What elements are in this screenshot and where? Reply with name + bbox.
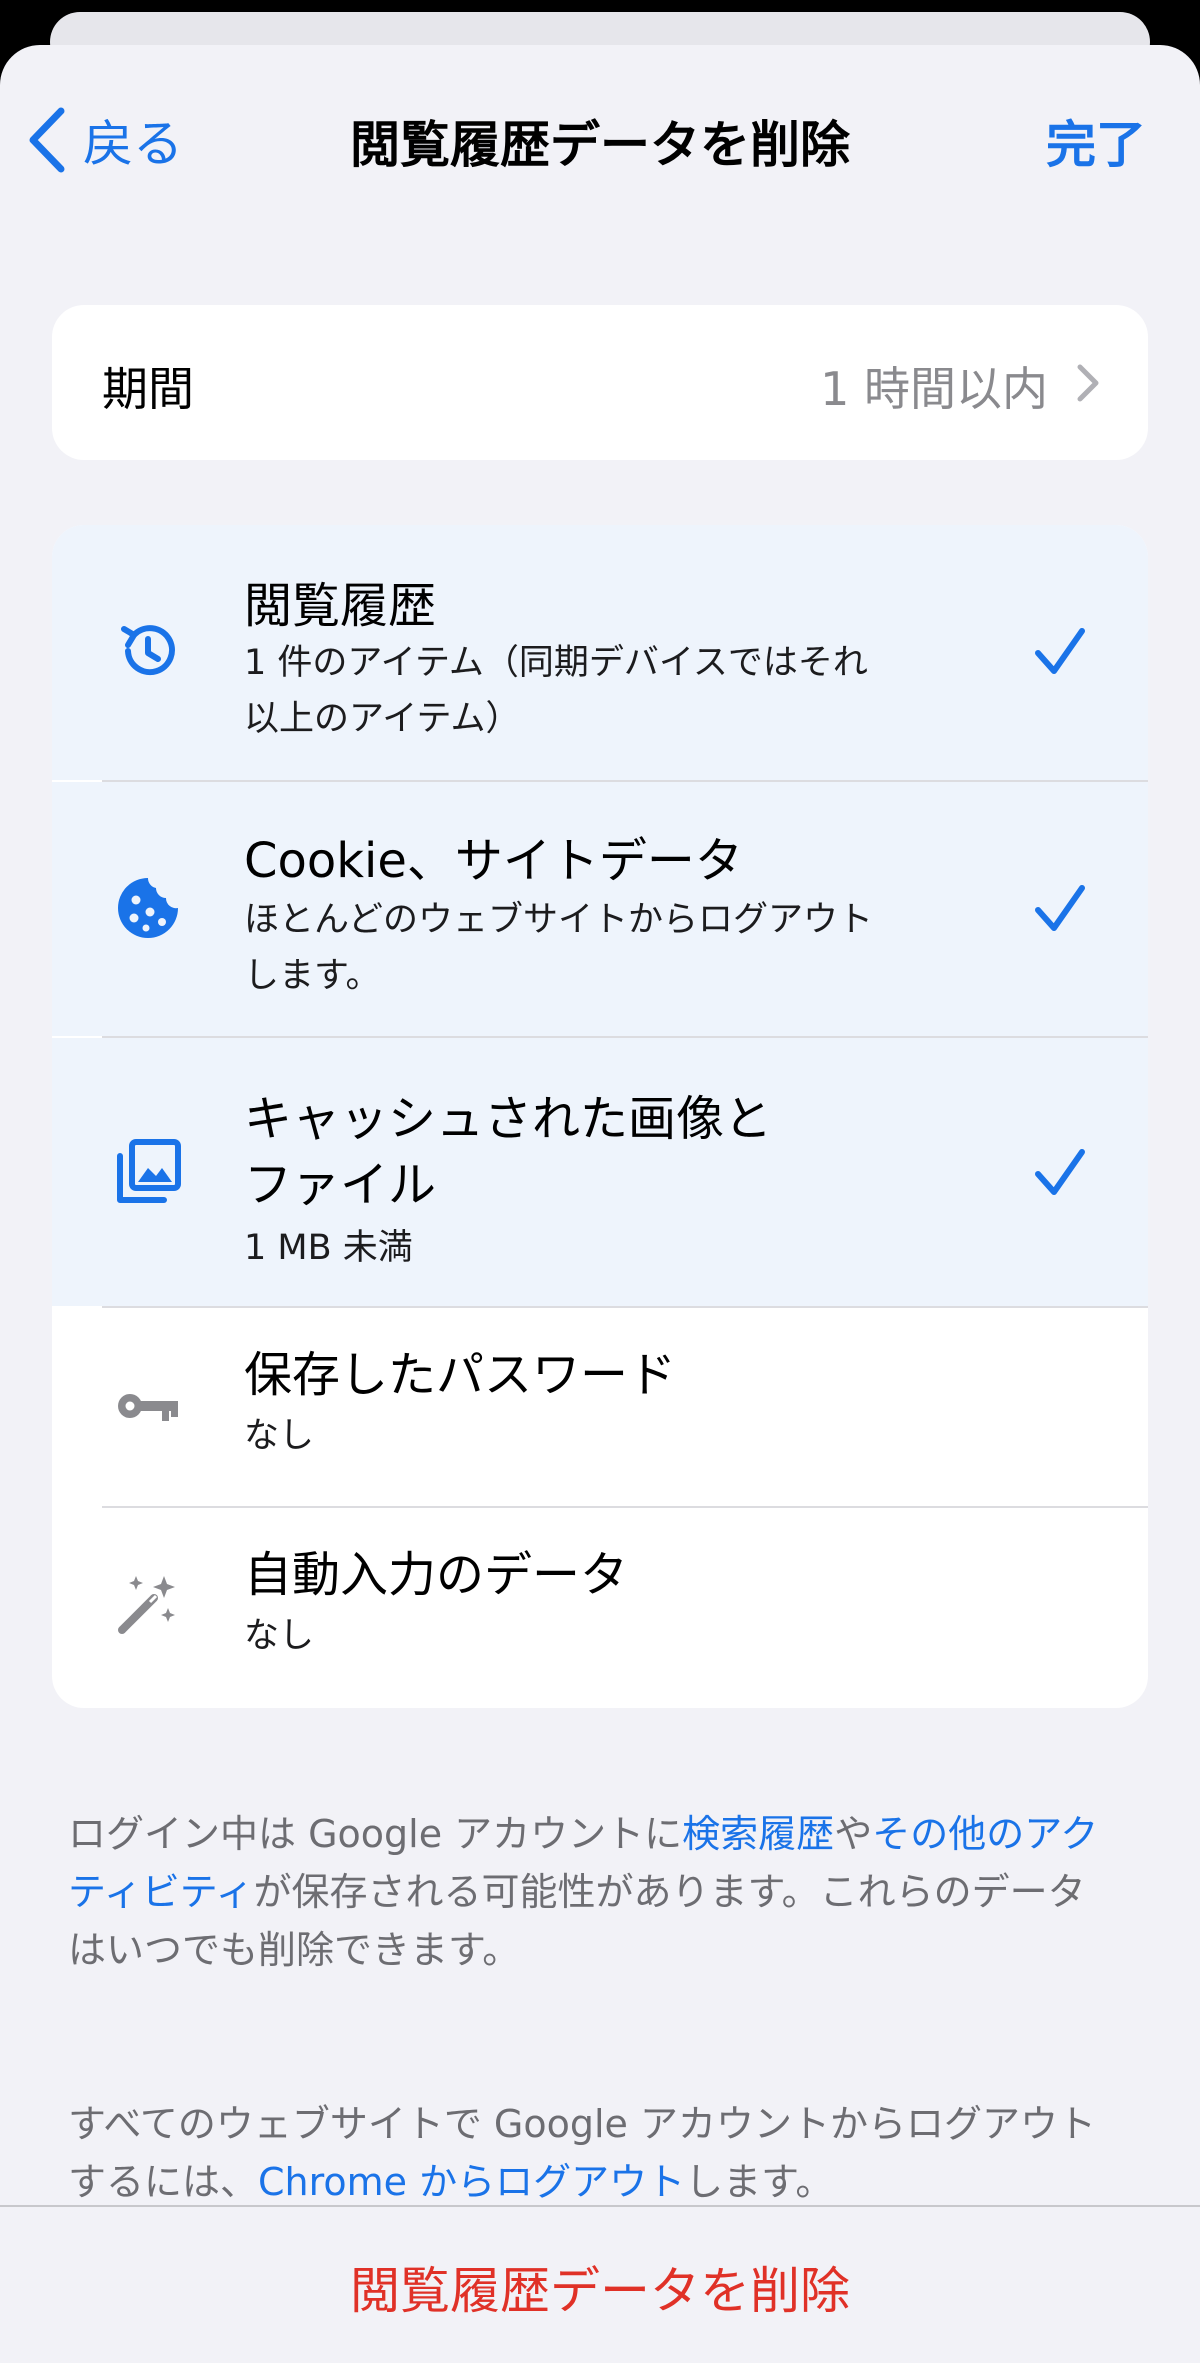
navigation-bar: 戻る 閲覧履歴データを削除 完了 [0, 45, 1200, 225]
checkmark-icon [1035, 1149, 1085, 1195]
note-line: ログイン中は Google アカウントに検索履歴やその他のアク [68, 1805, 1132, 1863]
note-text: や [834, 1812, 873, 1856]
search-history-link[interactable]: 検索履歴 [682, 1812, 834, 1856]
checkmark-icon [1035, 628, 1085, 674]
note-text: するには、 [68, 2160, 259, 2204]
checkmark-icon [1035, 885, 1085, 931]
other-activity-link[interactable]: その他のアク [872, 1812, 1098, 1856]
sign-out-note: すべてのウェブサイトで Google アカウントからログアウト するには、Chr… [68, 2095, 1132, 2211]
list-item-cookies[interactable]: Cookie、サイトデータ ほとんどのウェブサイトからログアウト します。 [52, 782, 1148, 1036]
done-button[interactable]: 完了 [1046, 105, 1146, 177]
account-activity-note: ログイン中は Google アカウントに検索履歴やその他のアク ティビティが保存… [68, 1805, 1132, 1979]
list-item-subtitle: します。 [244, 956, 381, 996]
key-icon [118, 1394, 178, 1421]
note-text: します。 [685, 2160, 834, 2204]
time-range-value: 1 時間以内 [820, 362, 1048, 416]
data-types-list: 閲覧履歴 1 件のアイテム（同期デバイスではそれ 以上のアイテム） Cookie… [52, 525, 1148, 1708]
note-text: ログイン中は Google アカウントに [68, 1812, 683, 1856]
note-line: はいつでも削除できます。 [68, 1928, 521, 1972]
list-item-title: Cookie、サイトデータ [244, 833, 743, 889]
magic-wand-icon [118, 1576, 175, 1634]
list-item-saved-passwords[interactable]: 保存したパスワード なし [52, 1308, 1148, 1506]
page-title: 閲覧履歴データを削除 [350, 116, 850, 174]
clear-browsing-data-button[interactable]: 閲覧履歴データを削除 [0, 2251, 1200, 2323]
note-line: するには、Chrome からログアウトします。 [68, 2153, 1132, 2211]
list-item-subtitle: なし [244, 1416, 315, 1456]
list-item-subtitle: 1 MB 未満 [244, 1228, 413, 1268]
other-activity-link[interactable]: ティビティ [68, 1870, 253, 1914]
list-item-subtitle: なし [244, 1616, 315, 1656]
clear-browsing-data-sheet: 戻る 閲覧履歴データを削除 完了 期間 1 時間以内 閲覧履歴 1 件のアイテム… [0, 45, 1200, 2363]
list-item-subtitle: 1 件のアイテム（同期デバイスではそれ [244, 643, 868, 683]
list-item-title: キャッシュされた画像と [244, 1091, 773, 1147]
time-range-row[interactable]: 期間 1 時間以内 [52, 305, 1148, 460]
chevron-right-icon [1077, 364, 1099, 402]
bottom-toolbar: 閲覧履歴データを削除 [0, 2205, 1200, 2363]
list-item-title: 閲覧履歴 [244, 578, 437, 634]
sign-out-link[interactable]: Chrome からログアウト [258, 2160, 685, 2204]
list-item-subtitle: 以上のアイテム） [244, 699, 521, 739]
list-item-title: ファイル [244, 1157, 437, 1213]
note-text: が保存される可能性があります。これらのデータ [253, 1870, 1086, 1914]
note-line: ティビティが保存される可能性があります。これらのデータ [68, 1863, 1132, 1921]
cookie-icon [118, 878, 178, 938]
list-item-cached-images[interactable]: キャッシュされた画像と ファイル 1 MB 未満 [52, 1038, 1148, 1306]
list-item-autofill-data[interactable]: 自動入力のデータ なし [52, 1508, 1148, 1708]
list-item-subtitle: ほとんどのウェブサイトからログアウト [244, 900, 873, 940]
list-item-title: 保存したパスワード [244, 1347, 677, 1403]
history-icon [121, 625, 175, 676]
list-item-title: 自動入力のデータ [244, 1547, 629, 1603]
list-item-browsing-history[interactable]: 閲覧履歴 1 件のアイテム（同期デバイスではそれ 以上のアイテム） [52, 525, 1148, 780]
time-range-label: 期間 [102, 362, 194, 416]
image-stack-icon [117, 1139, 181, 1203]
note-line: すべてのウェブサイトで Google アカウントからログアウト [68, 2102, 1096, 2146]
